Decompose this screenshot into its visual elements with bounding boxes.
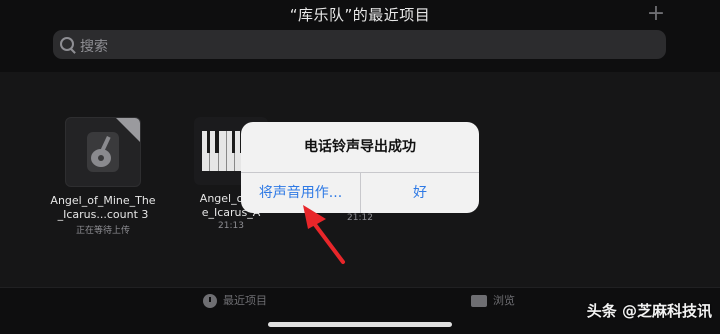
tab-recent[interactable]: 最近项目 [203,292,267,308]
project-time: 21:12 [347,213,373,223]
project-name: Angel_of_Mine_The _Icarus...count 3 [50,194,156,221]
folder-icon [471,295,487,307]
project-status: 正在等待上传 [75,226,130,236]
corner-fold [116,118,140,142]
project-time: 21:13 [218,221,244,231]
watermark: 头条 @芝麻科技讯 [586,302,712,320]
alert-dialog: 电话铃声导出成功 将声音用作... 好 [241,122,479,213]
search-bar[interactable]: 搜索 [53,30,666,59]
clock-icon [203,294,217,308]
project-item[interactable]: Angel_of_Mine_The _Icarus...count 3 正在等待… [48,117,158,236]
header: “库乐队”的最近项目 + 搜索 [0,0,720,72]
search-icon [60,37,74,51]
ok-button[interactable]: 好 [361,173,479,213]
project-thumbnail [65,117,141,187]
use-sound-as-button[interactable]: 将声音用作... [241,173,360,213]
home-indicator[interactable] [268,322,452,327]
page-title: “库乐队”的最近项目 [289,6,431,24]
plus-icon[interactable]: + [644,0,668,28]
tab-browse[interactable]: 浏览 [471,292,515,308]
project-item[interactable]: 21:12 [305,212,415,223]
dialog-title: 电话铃声导出成功 [304,139,416,155]
search-input[interactable]: 搜索 [80,36,108,56]
